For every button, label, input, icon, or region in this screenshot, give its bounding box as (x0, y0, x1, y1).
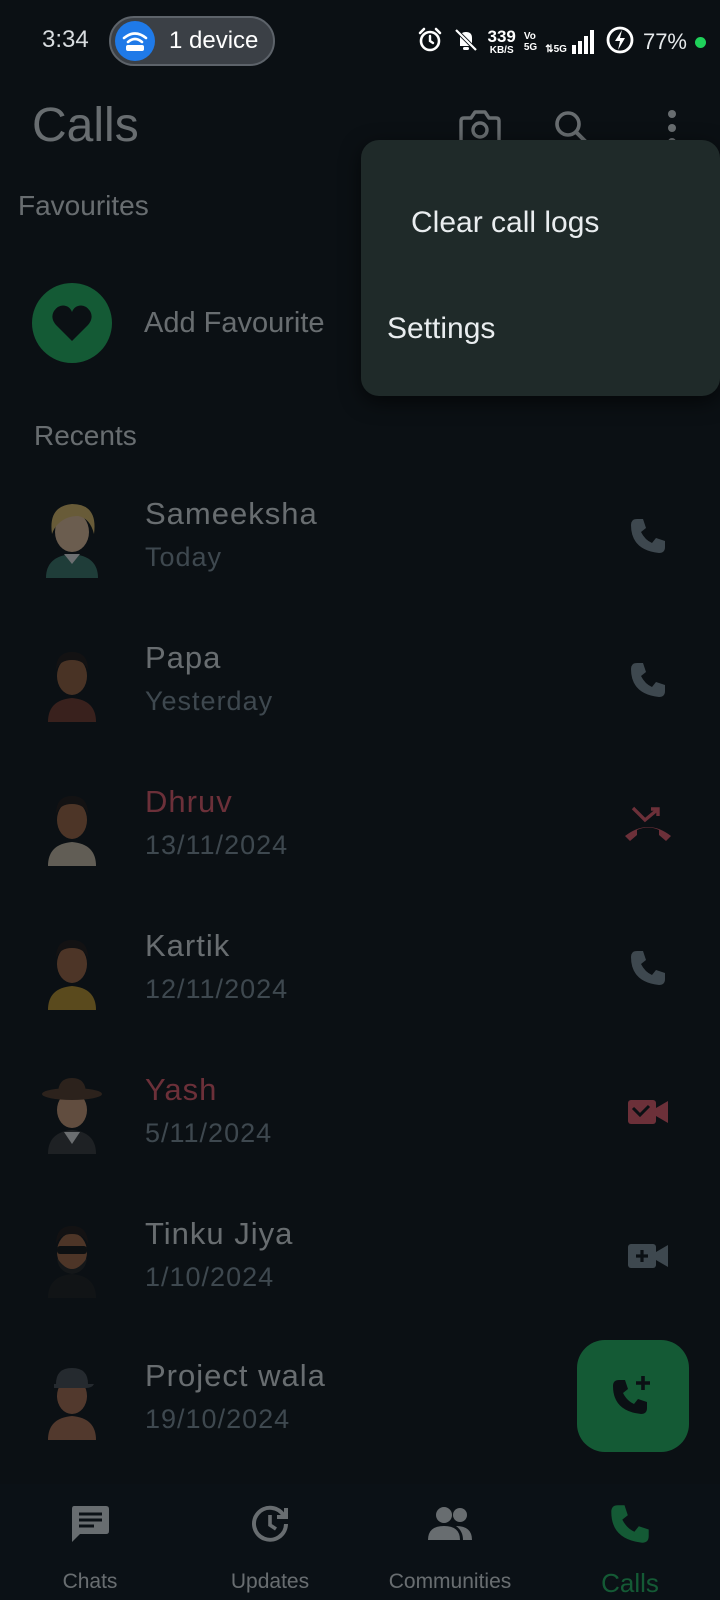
call-row-sameeksha[interactable]: Sameeksha Today (0, 490, 720, 610)
call-date: Today (145, 542, 223, 572)
avatar (48, 940, 96, 1010)
call-date: 13/11/2024 (145, 830, 289, 860)
nav-label: Calls (601, 1568, 659, 1598)
missed-call-icon[interactable] (620, 796, 676, 852)
missed-video-call-icon[interactable] (620, 1084, 676, 1140)
communities-icon (426, 1500, 474, 1548)
nav-calls[interactable]: Calls (540, 1484, 720, 1600)
avatar (42, 1078, 102, 1154)
video-call-icon[interactable] (620, 1228, 676, 1284)
call-date: 1/10/2024 (145, 1262, 275, 1292)
phone-icon (606, 1500, 654, 1548)
avatar (46, 504, 98, 578)
phone-icon[interactable] (620, 652, 676, 708)
nav-label: Chats (62, 1570, 118, 1593)
favourite-avatar (32, 283, 112, 363)
avatar (48, 1226, 96, 1298)
call-name: Papa (145, 640, 222, 675)
bottom-navigation: Chats Updates Communities Calls (0, 1484, 720, 1600)
avatar (48, 796, 96, 866)
call-date: Yesterday (145, 686, 274, 716)
nav-label: Communities (388, 1570, 512, 1593)
call-name: Yash (145, 1072, 218, 1107)
call-row-dhruv[interactable]: Dhruv 13/11/2024 (0, 778, 720, 898)
call-row-tinku-jiya[interactable]: Tinku Jiya 1/10/2024 (0, 1210, 720, 1330)
avatar (48, 1368, 96, 1440)
new-call-button[interactable] (577, 1340, 689, 1452)
overflow-menu: Clear call logs Settings (361, 140, 720, 396)
call-name: Project wala (145, 1358, 326, 1393)
heart-icon (52, 305, 92, 341)
chat-icon (66, 1500, 114, 1548)
call-name: Sameeksha (145, 496, 318, 531)
add-call-icon (613, 1376, 650, 1414)
call-name: Tinku Jiya (145, 1216, 294, 1251)
nav-updates[interactable]: Updates (180, 1484, 360, 1600)
menu-item-clear-call-logs[interactable]: Clear call logs (411, 206, 599, 240)
avatar (48, 652, 96, 722)
page-title: Calls (32, 99, 139, 152)
phone-icon[interactable] (620, 940, 676, 996)
call-row-yash[interactable]: Yash 5/11/2024 (0, 1066, 720, 1186)
menu-item-settings[interactable]: Settings (387, 312, 495, 346)
recents-heading: Recents (34, 420, 137, 451)
add-favourite-label: Add Favourite (144, 306, 325, 339)
nav-communities[interactable]: Communities (360, 1484, 540, 1600)
calls-screen: 3:34 1 device 339 KB/S Vo 5G ⇅5G 77% Cal… (0, 0, 720, 1600)
add-favourite-button[interactable]: Add Favourite (32, 282, 325, 364)
phone-icon[interactable] (620, 508, 676, 564)
call-date: 19/10/2024 (145, 1404, 291, 1434)
nav-chats[interactable]: Chats (0, 1484, 180, 1600)
call-date: 12/11/2024 (145, 974, 289, 1004)
call-name: Kartik (145, 928, 231, 963)
call-name: Dhruv (145, 784, 233, 819)
call-row-kartik[interactable]: Kartik 12/11/2024 (0, 922, 720, 1042)
favourites-heading: Favourites (18, 190, 149, 221)
call-date: 5/11/2024 (145, 1118, 273, 1148)
nav-label: Updates (230, 1570, 310, 1593)
call-row-papa[interactable]: Papa Yesterday (0, 634, 720, 754)
updates-icon (246, 1500, 294, 1548)
